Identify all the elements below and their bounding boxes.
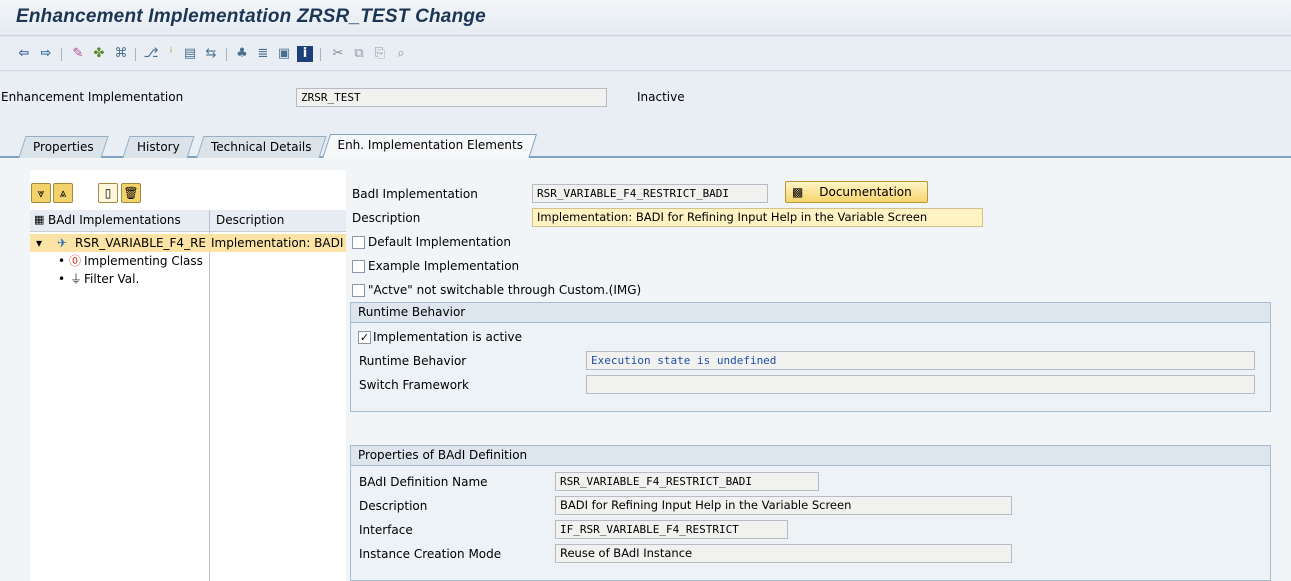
instance-mode-field[interactable]: Reuse of BAdI Instance xyxy=(555,544,1012,563)
badi-def-name-field[interactable]: RSR_VARIABLE_F4_RESTRICT_BADI xyxy=(555,472,819,491)
switch-framework-label: Switch Framework xyxy=(359,378,469,392)
runtime-behavior-label: Runtime Behavior xyxy=(359,354,467,368)
window-icon[interactable]: ▣ xyxy=(276,46,292,62)
description-field[interactable]: Implementation: BADI for Refining Input … xyxy=(532,208,983,227)
toolbar-separator xyxy=(135,48,136,61)
interface-field[interactable]: IF_RSR_VARIABLE_F4_RESTRICT xyxy=(555,520,788,539)
tree-col-description[interactable]: Description xyxy=(216,213,284,227)
display-icon[interactable]: ▤ xyxy=(182,46,198,62)
tab-history-label: History xyxy=(137,140,180,154)
paste-icon[interactable]: ⎘ xyxy=(372,46,388,62)
object-list-icon[interactable]: ⌘ xyxy=(113,46,129,62)
toolbar-separator xyxy=(320,48,321,61)
tab-technical-details-label: Technical Details xyxy=(211,140,312,154)
default-impl-label: Default Implementation xyxy=(368,235,511,249)
tab-enh-implementation-elements[interactable]: Enh. Implementation Elements xyxy=(321,134,538,159)
back-icon[interactable]: ⇦ xyxy=(16,46,32,62)
interface-label: Interface xyxy=(359,523,413,537)
default-impl-checkbox[interactable] xyxy=(352,236,365,249)
tab-history[interactable]: History xyxy=(122,136,195,158)
documentation-button[interactable]: ▩ Documentation xyxy=(785,181,928,203)
document-icon: ▩ xyxy=(792,185,804,199)
tree-item-filter-val[interactable]: Filter Val. xyxy=(84,270,139,288)
description-label: Description xyxy=(352,211,421,225)
tree-root-label[interactable]: RSR_VARIABLE_F4_RE xyxy=(75,234,206,252)
tree-bullet-icon: • xyxy=(58,272,66,286)
instance-mode-label: Instance Creation Mode xyxy=(359,547,502,561)
badi-impl-field[interactable]: RSR_VARIABLE_F4_RESTRICT_BADI xyxy=(532,184,768,203)
not-switchable-label: "Actve" not switchable through Custom.(I… xyxy=(368,283,642,297)
where-used-icon[interactable]: ⎇ xyxy=(143,46,159,62)
layout-icon[interactable]: ≣ xyxy=(255,46,271,62)
help-icon[interactable]: i xyxy=(297,46,313,62)
tab-properties-label: Properties xyxy=(33,140,94,154)
impl-name-field[interactable]: ZRSR_TEST xyxy=(296,88,607,107)
tree-expand-icon[interactable]: ▾ xyxy=(36,234,42,252)
badi-def-name-label: BAdI Definition Name xyxy=(359,475,488,489)
not-switchable-checkbox[interactable] xyxy=(352,284,365,297)
application-toolbar: ⇦ ⇨ ✎ ✤ ⌘ ⎇ ⁱ ▤ ⇆ ♣ ≣ ▣ i ✂ ⧉ ⎘ ⌕ xyxy=(0,37,1291,71)
tab-technical-details[interactable]: Technical Details xyxy=(196,136,327,158)
tree-col-implementations[interactable]: BAdI Implementations xyxy=(48,213,181,227)
tree-column-divider xyxy=(209,210,210,581)
info-icon[interactable]: ⁱ xyxy=(163,46,179,62)
delete-button[interactable]: 🗑 xyxy=(121,183,141,203)
toolbar-separator xyxy=(61,48,62,61)
example-impl-label: Example Implementation xyxy=(368,259,520,273)
create-button[interactable]: ▯ xyxy=(98,183,118,203)
edit-icon[interactable]: ✎ xyxy=(70,46,86,62)
forward-icon[interactable]: ⇨ xyxy=(38,46,54,62)
filter-icon: ⏚ xyxy=(70,272,83,286)
activate-icon[interactable]: ✤ xyxy=(91,46,107,62)
impl-active-label: Implementation is active xyxy=(373,330,522,344)
tree-root-desc: Implementation: BADI xyxy=(211,236,344,250)
toolbar-separator xyxy=(226,48,227,61)
example-impl-checkbox[interactable] xyxy=(352,260,365,273)
copy-icon[interactable]: ⧉ xyxy=(351,46,367,62)
tab-enh-elements-label: Enh. Implementation Elements xyxy=(337,138,523,152)
class-icon: ⓪ xyxy=(69,254,82,268)
runtime-behavior-field[interactable]: Execution state is undefined xyxy=(586,351,1255,370)
impl-label: Enhancement Implementation xyxy=(1,90,184,104)
badi-impl-label: BadI Implementation xyxy=(352,187,478,201)
definition-group-title: Properties of BAdI Definition xyxy=(351,446,1270,466)
tree-grid-icon: ▦ xyxy=(34,213,45,226)
tree-item-implementing-class[interactable]: Implementing Class xyxy=(84,252,208,270)
impl-active-checkbox[interactable]: ✓ xyxy=(358,331,371,344)
navigate-icon[interactable]: ⇆ xyxy=(203,46,219,62)
tab-properties[interactable]: Properties xyxy=(18,136,109,158)
switch-framework-field[interactable] xyxy=(586,375,1255,394)
tree-header: ▦ BAdI Implementations Description xyxy=(30,210,346,232)
window-title: Enhancement Implementation ZRSR_TEST Cha… xyxy=(16,6,486,27)
badi-impl-icon: ✈ xyxy=(57,236,68,250)
badi-def-desc-field[interactable]: BADI for Refining Input Help in the Vari… xyxy=(555,496,1012,515)
cut-icon[interactable]: ✂ xyxy=(330,46,346,62)
hierarchy-icon[interactable]: ♣ xyxy=(234,46,250,62)
badi-def-desc-label: Description xyxy=(359,499,428,513)
title-bar: Enhancement Implementation ZRSR_TEST Cha… xyxy=(0,0,1291,36)
expand-all-button[interactable]: ⩔ xyxy=(31,183,51,203)
collapse-all-button[interactable]: ⩓ xyxy=(53,183,73,203)
status-text: Inactive xyxy=(637,90,685,104)
find-icon[interactable]: ⌕ xyxy=(393,46,409,62)
runtime-group-title: Runtime Behavior xyxy=(351,303,1270,323)
tree-bullet-icon: • xyxy=(58,254,66,268)
documentation-button-label: Documentation xyxy=(819,185,912,199)
tab-strip: Properties History Technical Details Enh… xyxy=(0,134,1291,159)
